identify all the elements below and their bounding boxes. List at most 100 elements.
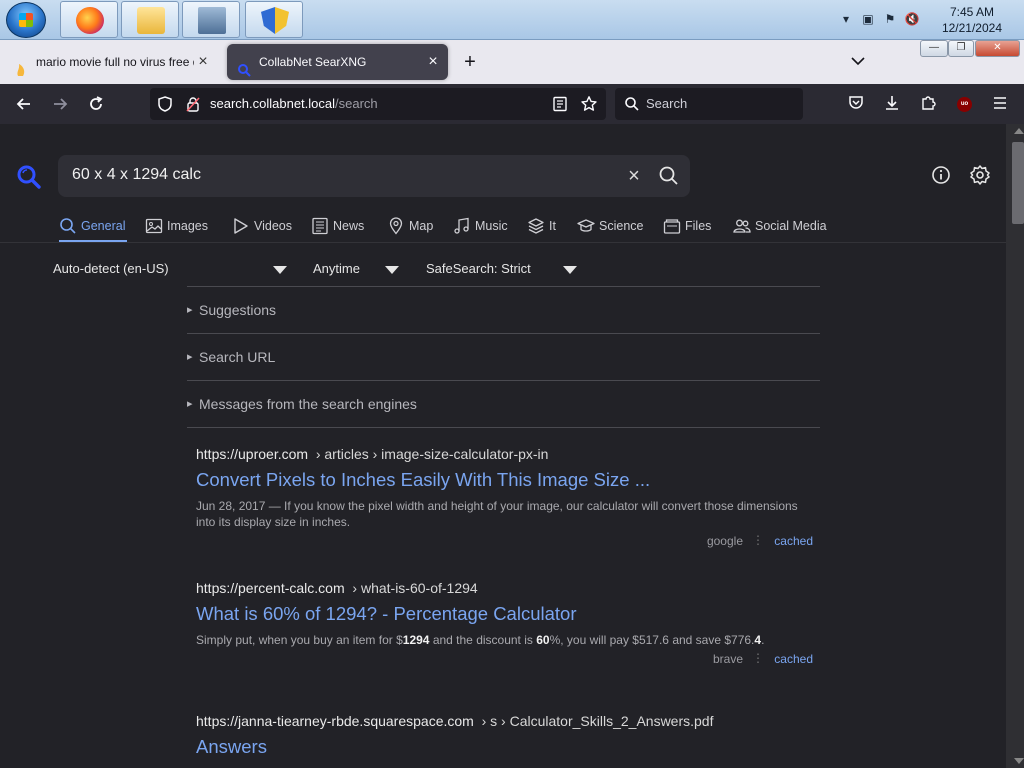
ublock-origin-icon[interactable]: uo	[957, 97, 972, 112]
taskbar-firefox-button[interactable]	[60, 1, 118, 38]
result-item: https://uproer.com › articles › image-si…	[196, 446, 816, 552]
safesearch-select[interactable]: SafeSearch: Strict	[426, 261, 531, 276]
chevron-down-icon[interactable]	[273, 266, 287, 274]
list-all-tabs-icon[interactable]	[850, 53, 866, 69]
restore-icon[interactable]: ❐	[948, 40, 974, 57]
firefox-icon	[76, 7, 104, 34]
tab-close-icon[interactable]: ×	[194, 44, 212, 80]
back-icon[interactable]	[14, 94, 34, 114]
tab-images[interactable]: Images	[145, 216, 208, 242]
tray-network-icon[interactable]: ▣	[860, 12, 876, 28]
chevron-down-icon[interactable]	[563, 266, 577, 274]
language-select[interactable]: Auto-detect (en-US)	[53, 261, 169, 276]
page-scrollbar[interactable]	[1006, 124, 1024, 768]
result-url[interactable]: https://janna-tiearney-rbde.squarespace.…	[196, 713, 816, 729]
cached-link[interactable]: cached	[774, 534, 813, 548]
chevron-down-icon[interactable]	[385, 266, 399, 274]
start-button[interactable]	[6, 2, 46, 38]
users-icon	[733, 217, 751, 235]
search-icon	[624, 96, 640, 117]
engine-messages-toggle[interactable]: Messages from the search engines	[187, 380, 820, 427]
url-bar[interactable]: search.collabnet.local/search	[150, 88, 606, 120]
result-domain: https://uproer.com	[196, 446, 309, 462]
reader-view-icon[interactable]	[552, 96, 568, 117]
tab-it[interactable]: It	[527, 216, 556, 242]
url-text: search.collabnet.local/search	[210, 96, 378, 111]
result-item: https://percent-calc.com › what-is-60-of…	[196, 580, 816, 670]
music-icon	[453, 217, 471, 235]
searxng-logo-icon[interactable]	[16, 164, 42, 190]
scroll-down-icon[interactable]	[1014, 758, 1024, 764]
taskbar-network-button[interactable]	[182, 1, 240, 38]
taskbar-clock[interactable]: 7:45 AM 12/21/2024	[942, 4, 1002, 36]
tab-general[interactable]: General	[59, 216, 127, 242]
result-breadcrumb: › articles › image-size-calculator-px-in	[315, 446, 549, 462]
taskbar-security-button[interactable]	[245, 1, 303, 38]
result-title-link[interactable]: Convert Pixels to Inches Easily With Thi…	[196, 469, 816, 491]
tab-music[interactable]: Music	[453, 216, 508, 242]
insecure-lock-icon[interactable]	[184, 95, 202, 118]
extensions-puzzle-icon[interactable]	[918, 94, 938, 114]
scrollbar-thumb[interactable]	[1012, 142, 1024, 224]
result-breadcrumb: › what-is-60-of-1294	[352, 580, 478, 596]
time-range-select[interactable]: Anytime	[313, 261, 360, 276]
tracking-protection-shield-icon[interactable]	[156, 95, 174, 118]
result-title-link[interactable]: Answers	[196, 736, 816, 758]
cached-link[interactable]: cached	[774, 652, 813, 666]
tab-videos[interactable]: Videos	[232, 216, 292, 242]
pocket-icon[interactable]	[846, 94, 866, 114]
tab-title: CollabNet SearXNG	[259, 55, 367, 69]
tab-label: General	[81, 219, 126, 233]
suggestions-toggle[interactable]: Suggestions	[187, 286, 820, 333]
submit-search-icon[interactable]	[658, 165, 680, 187]
tab-close-icon[interactable]: ×	[424, 44, 442, 80]
browser-search-input[interactable]: Search	[615, 88, 803, 120]
tab-mario-movie[interactable]: mario movie full no virus free d ×	[4, 44, 218, 80]
files-icon	[663, 217, 681, 235]
snippet-text: Simply put, when you buy an item for $	[196, 633, 403, 647]
tab-collabnet-searxng[interactable]: CollabNet SearXNG ×	[227, 44, 448, 80]
searxng-favicon-icon	[237, 55, 251, 77]
scroll-up-icon[interactable]	[1014, 128, 1024, 134]
system-tray: ▾ ▣ ⚑ 🔇 7:45 AM 12/21/2024	[834, 0, 1024, 40]
reload-icon[interactable]	[86, 94, 106, 114]
tab-science[interactable]: Science	[577, 216, 643, 242]
search-icon	[59, 217, 77, 235]
tray-volume-muted-icon[interactable]: 🔇	[904, 12, 920, 28]
graduation-icon	[577, 217, 595, 235]
menu-hamburger-icon[interactable]	[990, 94, 1010, 114]
bookmark-star-icon[interactable]	[580, 95, 598, 118]
result-meta: google ⋮ cached	[196, 532, 816, 552]
searxng-page: × General Images Videos News Map	[0, 124, 1006, 768]
tab-map[interactable]: Map	[387, 216, 433, 242]
tab-files[interactable]: Files	[663, 216, 711, 242]
search-url-toggle[interactable]: Search URL	[187, 333, 820, 380]
info-icon[interactable]	[931, 165, 951, 185]
snippet-text: .	[761, 633, 765, 647]
result-url[interactable]: https://percent-calc.com › what-is-60-of…	[196, 580, 816, 596]
taskbar-explorer-button[interactable]	[121, 1, 179, 38]
close-window-icon[interactable]: ✕	[975, 40, 1020, 57]
divider	[187, 427, 820, 428]
result-breadcrumb: › s › Calculator_Skills_2_Answers.pdf	[481, 713, 714, 729]
clear-search-icon[interactable]: ×	[624, 165, 644, 187]
search-input[interactable]	[72, 166, 612, 184]
tab-news[interactable]: News	[311, 216, 364, 242]
tray-chevron-icon[interactable]: ▾	[838, 12, 854, 28]
snippet-highlight: 60	[536, 633, 550, 647]
minimize-icon[interactable]: —	[920, 40, 948, 57]
forward-icon[interactable]	[50, 94, 70, 114]
preferences-gear-icon[interactable]	[969, 164, 991, 186]
result-title-link[interactable]: What is 60% of 1294? - Percentage Calcul…	[196, 603, 816, 625]
result-snippet: Simply put, when you buy an item for $12…	[196, 632, 816, 648]
result-item: https://janna-tiearney-rbde.squarespace.…	[196, 713, 816, 758]
downloads-icon[interactable]	[882, 94, 902, 114]
tab-favicon-icon	[14, 55, 28, 76]
url-host: search.collabnet.local	[210, 96, 336, 111]
result-url[interactable]: https://uproer.com › articles › image-si…	[196, 446, 816, 462]
tab-social-media[interactable]: Social Media	[733, 216, 827, 242]
tray-flag-icon[interactable]: ⚑	[882, 12, 898, 28]
new-tab-icon[interactable]: +	[460, 48, 480, 76]
result-domain: https://percent-calc.com	[196, 580, 345, 596]
folder-icon	[137, 7, 165, 34]
